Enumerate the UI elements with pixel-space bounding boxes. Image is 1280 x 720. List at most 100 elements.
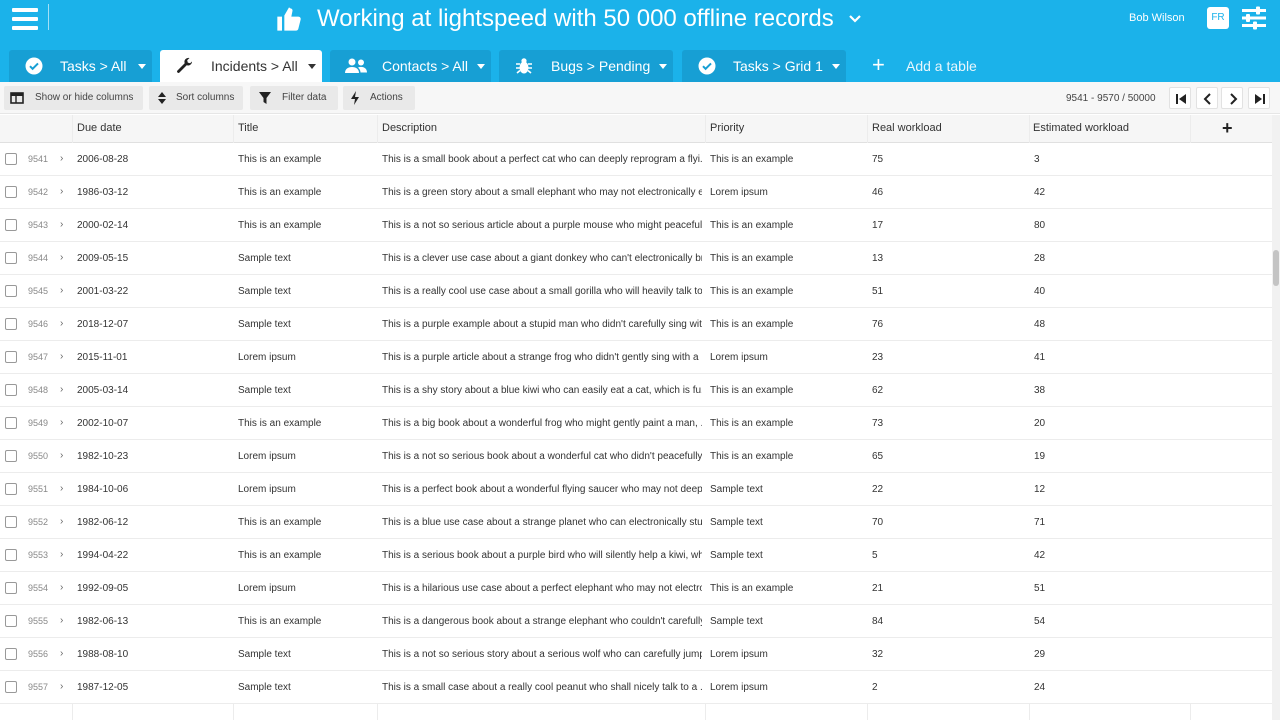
row-checkbox[interactable] — [5, 516, 17, 528]
cell-title[interactable]: This is an example — [238, 418, 372, 429]
menu-icon[interactable] — [12, 8, 38, 30]
cell-description[interactable]: This is a small book about a perfect cat… — [382, 154, 702, 165]
expand-row-icon[interactable]: › — [60, 681, 63, 692]
table-row[interactable]: 9552 › 1982-06-12 This is an example This is… — [0, 506, 1272, 539]
row-checkbox[interactable] — [5, 219, 17, 231]
cell-priority[interactable]: This is an example — [710, 583, 862, 594]
cell-title[interactable]: Sample text — [238, 253, 372, 264]
row-checkbox[interactable] — [5, 681, 17, 693]
tab-incidents-all[interactable]: Incidents > All — [160, 50, 322, 82]
last-page-button[interactable] — [1248, 87, 1270, 109]
expand-row-icon[interactable]: › — [60, 285, 63, 296]
row-checkbox[interactable] — [5, 384, 17, 396]
title-group[interactable]: Working at lightspeed with 50 000 offlin… — [275, 2, 862, 36]
table-row[interactable]: 9545 › 2001-03-22 Sample text This is a real… — [0, 275, 1272, 308]
tab-bugs-pending[interactable]: Bugs > Pending — [499, 50, 673, 82]
cell-priority[interactable]: This is an example — [710, 286, 862, 297]
expand-row-icon[interactable]: › — [60, 483, 63, 494]
sliders-icon[interactable] — [1241, 6, 1267, 30]
cell-real-workload[interactable]: 75 — [872, 154, 1022, 165]
expand-row-icon[interactable]: › — [60, 615, 63, 626]
cell-title[interactable]: Sample text — [238, 682, 372, 693]
cell-estimated-workload[interactable]: 42 — [1034, 187, 1184, 198]
expand-row-icon[interactable]: › — [60, 153, 63, 164]
cell-real-workload[interactable]: 22 — [872, 484, 1022, 495]
table-row[interactable]: 9554 › 1992-09-05 Lorem ipsum This is a hila… — [0, 572, 1272, 605]
table-row[interactable]: 9548 › 2005-03-14 Sample text This is a shy … — [0, 374, 1272, 407]
cell-real-workload[interactable]: 84 — [872, 616, 1022, 627]
cell-priority[interactable]: Sample text — [710, 616, 862, 627]
cell-priority[interactable]: Lorem ipsum — [710, 682, 862, 693]
cell-title[interactable]: Sample text — [238, 385, 372, 396]
cell-due-date[interactable]: 1984-10-06 — [77, 484, 227, 495]
sort-columns-button[interactable]: Sort columns — [149, 86, 243, 110]
row-checkbox[interactable] — [5, 186, 17, 198]
row-checkbox[interactable] — [5, 615, 17, 627]
cell-priority[interactable]: Lorem ipsum — [710, 187, 862, 198]
table-row[interactable]: 9542 › 1986-03-12 This is an example This is… — [0, 176, 1272, 209]
cell-real-workload[interactable]: 62 — [872, 385, 1022, 396]
caret-down-icon[interactable] — [308, 64, 316, 69]
cell-estimated-workload[interactable]: 3 — [1034, 154, 1184, 165]
expand-row-icon[interactable]: › — [60, 351, 63, 362]
column-header-priority[interactable]: Priority — [710, 122, 744, 134]
cell-description[interactable]: This is a not so serious book about a wo… — [382, 451, 702, 462]
expand-row-icon[interactable]: › — [60, 549, 63, 560]
cell-priority[interactable]: This is an example — [710, 385, 862, 396]
tab-contacts-all[interactable]: Contacts > All — [330, 50, 491, 82]
caret-down-icon[interactable] — [477, 64, 485, 69]
row-checkbox[interactable] — [5, 252, 17, 264]
prev-page-button[interactable] — [1196, 87, 1218, 109]
cell-real-workload[interactable]: 51 — [872, 286, 1022, 297]
row-checkbox[interactable] — [5, 318, 17, 330]
table-row[interactable]: 9541 › 2006-08-28 This is an example This is… — [0, 143, 1272, 176]
cell-title[interactable]: Lorem ipsum — [238, 583, 372, 594]
row-checkbox[interactable] — [5, 450, 17, 462]
cell-title[interactable]: Lorem ipsum — [238, 484, 372, 495]
user-name[interactable]: Bob Wilson — [1129, 12, 1185, 24]
cell-due-date[interactable]: 2015-11-01 — [77, 352, 227, 363]
cell-priority[interactable]: Lorem ipsum — [710, 352, 862, 363]
expand-row-icon[interactable]: › — [60, 417, 63, 428]
cell-estimated-workload[interactable]: 71 — [1034, 517, 1184, 528]
table-row[interactable]: 9551 › 1984-10-06 Lorem ipsum This is a perf… — [0, 473, 1272, 506]
table-row[interactable]: 9543 › 2000-02-14 This is an example This is… — [0, 209, 1272, 242]
table-row[interactable]: 9555 › 1982-06-13 This is an example This is… — [0, 605, 1272, 638]
cell-estimated-workload[interactable]: 24 — [1034, 682, 1184, 693]
cell-real-workload[interactable]: 76 — [872, 319, 1022, 330]
cell-estimated-workload[interactable]: 48 — [1034, 319, 1184, 330]
cell-description[interactable]: This is a blue use case about a strange … — [382, 517, 702, 528]
expand-row-icon[interactable]: › — [60, 384, 63, 395]
cell-due-date[interactable]: 2000-02-14 — [77, 220, 227, 231]
table-row[interactable]: 9544 › 2009-05-15 Sample text This is a clev… — [0, 242, 1272, 275]
cell-real-workload[interactable]: 46 — [872, 187, 1022, 198]
cell-estimated-workload[interactable]: 20 — [1034, 418, 1184, 429]
cell-description[interactable]: This is a hilarious use case about a per… — [382, 583, 702, 594]
expand-row-icon[interactable]: › — [60, 318, 63, 329]
cell-estimated-workload[interactable]: 51 — [1034, 583, 1184, 594]
cell-priority[interactable]: This is an example — [710, 451, 862, 462]
column-header-description[interactable]: Description — [382, 122, 437, 134]
cell-due-date[interactable]: 2001-03-22 — [77, 286, 227, 297]
cell-real-workload[interactable]: 73 — [872, 418, 1022, 429]
expand-row-icon[interactable]: › — [60, 252, 63, 263]
cell-due-date[interactable]: 2005-03-14 — [77, 385, 227, 396]
cell-title[interactable]: This is an example — [238, 616, 372, 627]
cell-estimated-workload[interactable]: 12 — [1034, 484, 1184, 495]
table-row[interactable]: 9550 › 1982-10-23 Lorem ipsum This is a not … — [0, 440, 1272, 473]
row-checkbox[interactable] — [5, 582, 17, 594]
column-header-due-date[interactable]: Due date — [77, 122, 122, 134]
expand-row-icon[interactable]: › — [60, 648, 63, 659]
expand-row-icon[interactable]: › — [60, 582, 63, 593]
cell-priority[interactable]: This is an example — [710, 253, 862, 264]
cell-title[interactable]: This is an example — [238, 220, 372, 231]
cell-due-date[interactable]: 2002-10-07 — [77, 418, 227, 429]
table-row[interactable]: 9546 › 2018-12-07 Sample text This is a purp… — [0, 308, 1272, 341]
actions-button[interactable]: Actions — [343, 86, 415, 110]
cell-real-workload[interactable]: 32 — [872, 649, 1022, 660]
row-checkbox[interactable] — [5, 153, 17, 165]
cell-estimated-workload[interactable]: 80 — [1034, 220, 1184, 231]
cell-real-workload[interactable]: 23 — [872, 352, 1022, 363]
cell-due-date[interactable]: 1982-10-23 — [77, 451, 227, 462]
table-row[interactable]: 9547 › 2015-11-01 Lorem ipsum This is a purp… — [0, 341, 1272, 374]
